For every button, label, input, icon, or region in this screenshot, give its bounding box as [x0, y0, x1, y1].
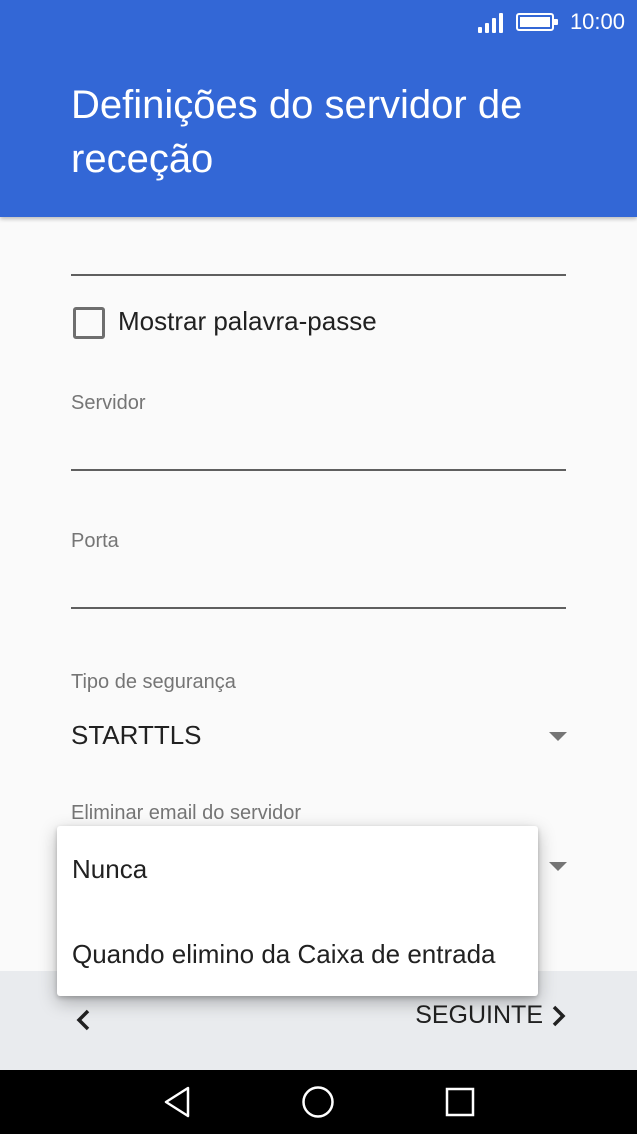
square-recents-icon[interactable] — [442, 1084, 478, 1120]
status-time: 10:00 — [569, 9, 625, 34]
server-input[interactable] — [71, 425, 566, 465]
triangle-back-icon[interactable] — [160, 1084, 196, 1120]
chevron-down-icon — [549, 862, 567, 871]
next-button-label: SEGUINTE — [415, 1001, 543, 1029]
show-password-checkbox[interactable] — [73, 307, 105, 339]
server-label: Servidor — [71, 392, 146, 414]
show-password-label[interactable]: Mostrar palavra-passe — [118, 306, 377, 337]
signal-icon — [477, 11, 506, 33]
server-field-underline — [71, 469, 566, 471]
system-nav-bar — [0, 1070, 637, 1134]
app-header: 10:00 Definições do servidor de receção — [0, 0, 637, 217]
battery-icon — [515, 13, 558, 31]
next-button[interactable]: SEGUINTE — [415, 1001, 567, 1030]
port-field-underline — [71, 607, 566, 609]
circle-home-icon[interactable] — [300, 1084, 336, 1120]
chevron-left-icon — [76, 1009, 90, 1031]
port-input[interactable] — [71, 563, 566, 603]
menu-item-when-deleted-from-inbox[interactable]: Quando elimino da Caixa de entrada — [72, 939, 496, 970]
security-type-value: STARTTLS — [71, 720, 202, 750]
status-icons: 10:00 — [477, 9, 625, 35]
password-field-underline[interactable] — [71, 274, 566, 276]
delete-email-label: Eliminar email do servidor — [71, 802, 302, 824]
security-type-select[interactable]: STARTTLS — [71, 712, 571, 756]
port-label: Porta — [71, 530, 119, 552]
delete-email-options-menu: Nunca Quando elimino da Caixa de entrada — [57, 826, 538, 996]
status-bar: 10:00 — [0, 0, 637, 44]
chevron-down-icon — [549, 732, 567, 741]
menu-item-never[interactable]: Nunca — [72, 854, 147, 885]
back-button[interactable] — [68, 1005, 98, 1035]
security-type-label: Tipo de segurança — [71, 671, 236, 693]
page-title: Definições do servidor de receção — [71, 83, 523, 181]
chevron-right-icon — [552, 1005, 566, 1026]
